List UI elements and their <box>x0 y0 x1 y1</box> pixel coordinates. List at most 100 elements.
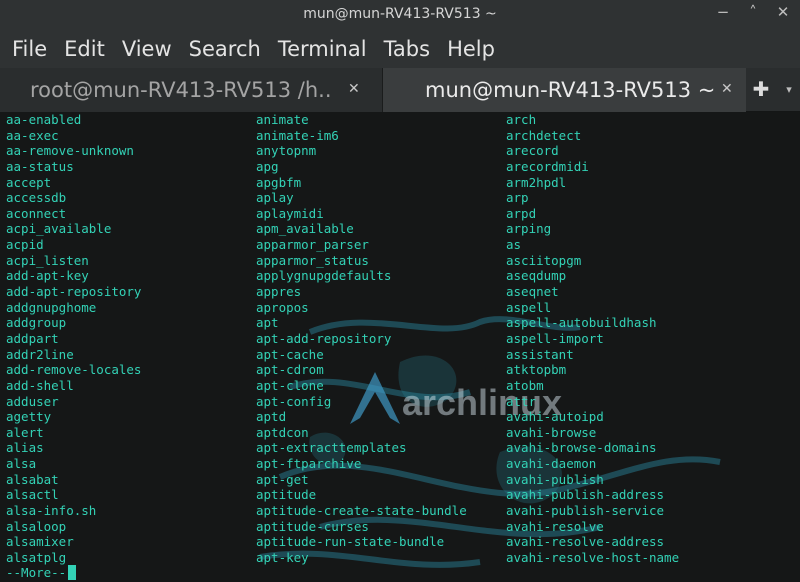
menu-terminal[interactable]: Terminal <box>278 37 367 61</box>
list-item: animate-im6 <box>256 127 339 143</box>
list-item: apt-config <box>256 393 332 409</box>
close-window-icon[interactable]: ✕ <box>772 3 794 21</box>
list-item: agetty <box>6 409 52 425</box>
list-item: attr <box>506 393 537 409</box>
list-item: aspell <box>506 299 552 315</box>
list-item: arm2hpdl <box>506 174 567 190</box>
list-item: avahi-resolve <box>506 518 604 534</box>
list-item: assistant <box>506 346 574 362</box>
list-item: accessdb <box>6 190 67 206</box>
column-2: animate animate-im6 anytopnm apg apgbfm … <box>256 112 467 566</box>
list-item: avahi-publish <box>506 471 604 487</box>
list-item: acpid <box>6 237 44 253</box>
list-item: alert <box>6 424 44 440</box>
list-item: apt-cdrom <box>256 362 324 378</box>
list-item: as <box>506 237 522 253</box>
list-item: aa-exec <box>6 127 59 143</box>
list-item: applygnupgdefaults <box>256 268 392 284</box>
list-item: avahi-browse <box>506 424 597 440</box>
tab-root[interactable]: root@mun-RV413-RV513 /h... ✕ <box>0 68 382 112</box>
list-item: alsabat <box>6 471 59 487</box>
list-item: apgbfm <box>256 174 302 190</box>
list-item: accept <box>6 174 52 190</box>
menu-file[interactable]: File <box>12 37 47 61</box>
list-item: apt <box>256 315 279 331</box>
list-item: avahi-resolve-host-name <box>506 549 680 565</box>
list-item: aptitude-curses <box>256 518 369 534</box>
window-title: mun@mun-RV413-RV513 ~ <box>303 6 497 22</box>
menu-search[interactable]: Search <box>189 37 261 61</box>
list-item: avahi-daemon <box>506 456 597 472</box>
list-item: atobm <box>506 377 544 393</box>
new-tab-icon[interactable]: ✚ <box>746 68 776 112</box>
list-item: aspell-autobuildhash <box>506 315 657 331</box>
pager-prompt: --More-- <box>6 565 67 580</box>
list-item: asciitopgm <box>506 252 582 268</box>
menu-bar: File Edit View Search Terminal Tabs Help <box>0 30 800 68</box>
column-3: arch archdetect arecord arecordmidi arm2… <box>506 112 679 566</box>
tab-bar: root@mun-RV413-RV513 /h... ✕ mun@mun-RV4… <box>0 68 800 112</box>
list-item: aseqnet <box>506 284 559 300</box>
chevron-down-icon[interactable]: ▾ <box>778 68 800 112</box>
menu-tabs[interactable]: Tabs <box>384 37 431 61</box>
column-1: aa-enabled aa-exec aa-remove-unknown aa-… <box>6 112 141 566</box>
menu-help[interactable]: Help <box>447 37 495 61</box>
list-item: alsamixer <box>6 534 74 550</box>
list-item: apt-key <box>256 549 309 565</box>
list-item: arpd <box>506 205 537 221</box>
close-tab-icon[interactable]: ✕ <box>348 81 360 97</box>
list-item: aptitude-create-state-bundle <box>256 503 467 519</box>
list-item: apt-clone <box>256 377 324 393</box>
list-item: avahi-autoipd <box>506 409 604 425</box>
list-item: arp <box>506 190 529 206</box>
list-item: appres <box>256 284 302 300</box>
minimize-icon[interactable]: − <box>712 3 734 21</box>
list-item: avahi-resolve-address <box>506 534 665 550</box>
terminal-output[interactable]: archlinux aa-enabled aa-exec aa-remove-u… <box>0 112 800 582</box>
list-item: apt-extracttemplates <box>256 440 407 456</box>
list-item: aa-enabled <box>6 112 82 127</box>
list-item: avahi-publish-address <box>506 487 665 503</box>
list-item: alsactl <box>6 487 59 503</box>
list-item: avahi-publish-service <box>506 503 665 519</box>
list-item: alsa-info.sh <box>6 503 97 519</box>
list-item: aspell-import <box>506 330 604 346</box>
list-item: arping <box>506 221 552 237</box>
list-item: atktopbm <box>506 362 567 378</box>
list-item: animate <box>256 112 309 127</box>
tab-mun-active[interactable]: mun@mun-RV413-RV513 ~ ✕ <box>382 68 746 112</box>
tab-root-label: root@mun-RV413-RV513 /h... <box>30 78 330 102</box>
list-item: apm_available <box>256 221 354 237</box>
list-item: apropos <box>256 299 309 315</box>
list-item: anytopnm <box>256 143 317 159</box>
list-item: avahi-browse-domains <box>506 440 657 456</box>
list-item: aptitude <box>256 487 317 503</box>
list-item: add-apt-repository <box>6 284 142 300</box>
list-item: apt-ftparchive <box>256 456 362 472</box>
list-item: aa-remove-unknown <box>6 143 134 159</box>
list-item: aa-status <box>6 158 74 174</box>
list-item: aseqdump <box>506 268 567 284</box>
list-item: alias <box>6 440 44 456</box>
menu-view[interactable]: View <box>122 37 172 61</box>
menu-edit[interactable]: Edit <box>64 37 105 61</box>
list-item: aptdcon <box>256 424 309 440</box>
list-item: addpart <box>6 330 59 346</box>
list-item: addgnupghome <box>6 299 97 315</box>
list-item: alsa <box>6 456 37 472</box>
list-item: add-remove-locales <box>6 362 142 378</box>
list-item: add-apt-key <box>6 268 89 284</box>
tab-mun-label: mun@mun-RV413-RV513 ~ <box>425 78 716 102</box>
window-titlebar[interactable]: mun@mun-RV413-RV513 ~ − ˄ ✕ <box>0 0 800 30</box>
close-tab-icon[interactable]: ✕ <box>721 81 733 97</box>
list-item: arecord <box>506 143 559 159</box>
list-item: aplaymidi <box>256 205 324 221</box>
list-item: aconnect <box>6 205 67 221</box>
pager-prompt-line: --More-- <box>6 564 77 580</box>
list-item: aplay <box>256 190 294 206</box>
list-item: addgroup <box>6 315 67 331</box>
completion-list: aa-enabled aa-exec aa-remove-unknown aa-… <box>6 112 800 582</box>
list-item: aptd <box>256 409 287 425</box>
maximize-icon[interactable]: ˄ <box>742 3 764 21</box>
list-item: apt-get <box>256 471 309 487</box>
